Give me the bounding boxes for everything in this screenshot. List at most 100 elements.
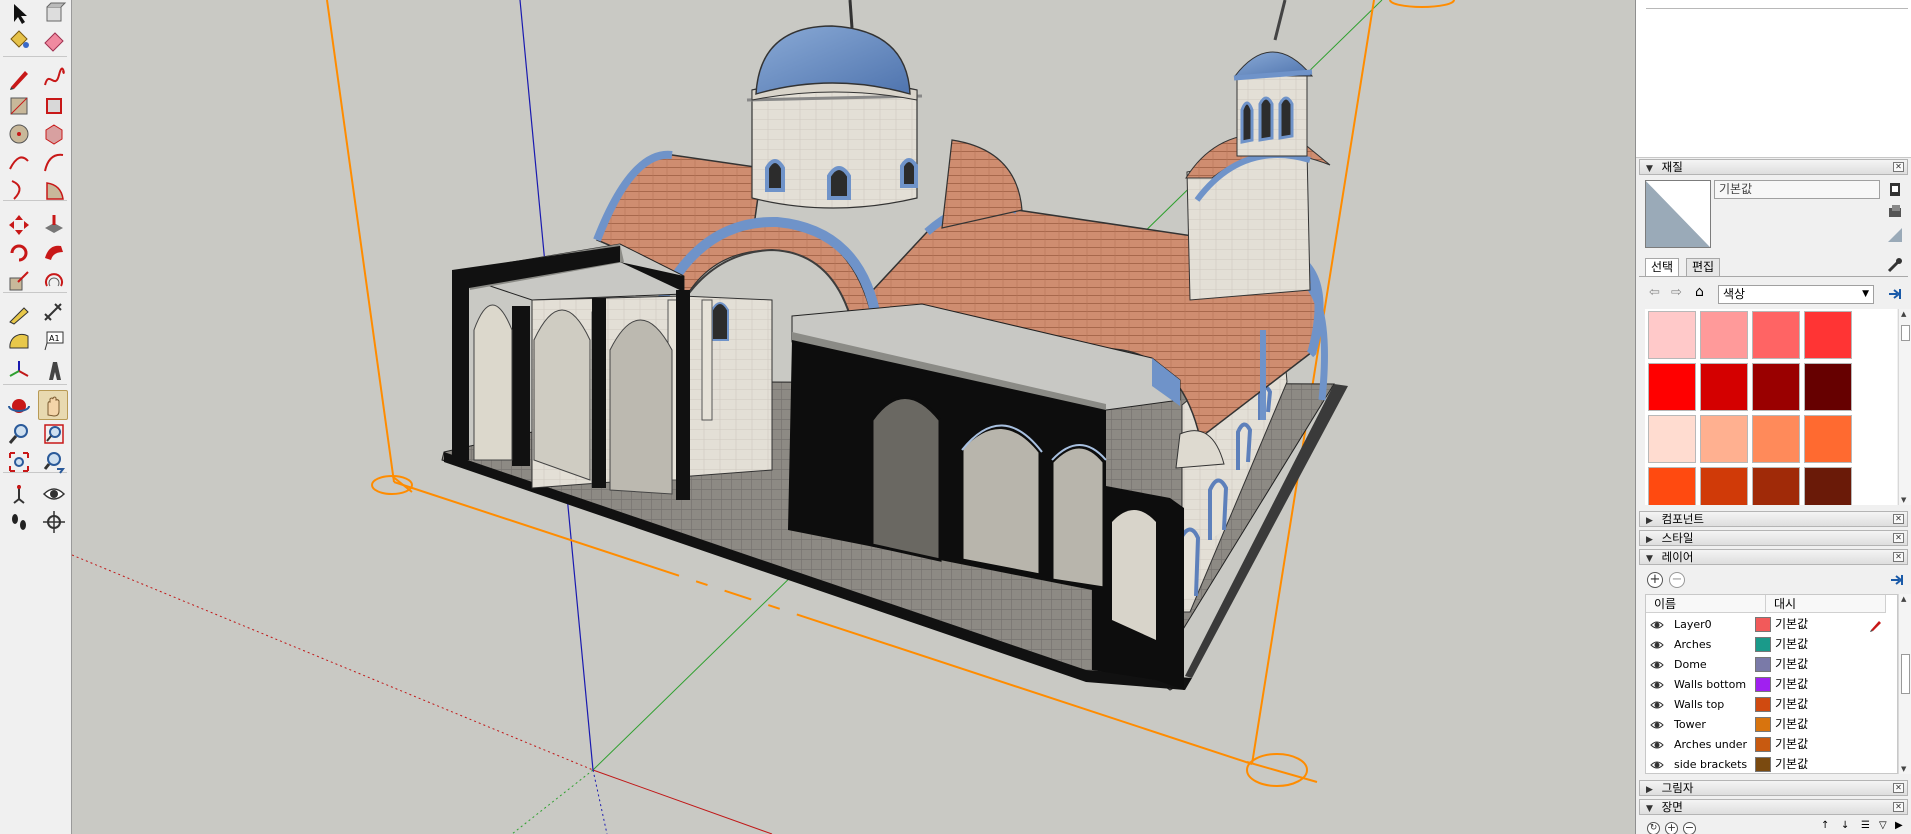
layer-color-swatch[interactable]	[1755, 677, 1771, 692]
tool-follow-me-button[interactable]	[38, 237, 68, 267]
tool-zoom-extents-button[interactable]	[3, 446, 33, 476]
material-swatch[interactable]	[1648, 415, 1696, 463]
layer-color-swatch[interactable]	[1755, 717, 1771, 732]
add-scene-icon[interactable]: +	[1665, 822, 1678, 834]
model-viewport[interactable]	[72, 0, 1636, 834]
layer-color-swatch[interactable]	[1755, 697, 1771, 712]
layer-dash-value[interactable]: 기본값	[1775, 697, 1808, 712]
tool-axes-button[interactable]	[3, 355, 33, 385]
tool-zoom-window-button[interactable]	[38, 418, 68, 448]
update-scene-icon[interactable]: ↻	[1647, 822, 1660, 834]
tool-3d-text-button[interactable]	[38, 355, 68, 385]
tool-zoom-button[interactable]	[3, 418, 33, 448]
tab-select[interactable]: 선택	[1645, 258, 1680, 277]
layer-dash-value[interactable]: 기본값	[1775, 657, 1808, 672]
layer-row[interactable]: Arches under 기본값	[1646, 735, 1897, 755]
details-arrow-icon[interactable]	[1886, 285, 1904, 303]
layer-dash-value[interactable]: 기본값	[1775, 717, 1808, 732]
tool-look-around-button[interactable]	[38, 478, 68, 508]
default-material-icon[interactable]	[1886, 226, 1904, 244]
tool-freehand-button[interactable]	[38, 62, 68, 92]
layer-row[interactable]: Walls bottom 기본값	[1646, 675, 1897, 695]
layer-row[interactable]: Arches 기본값	[1646, 635, 1897, 655]
hide-thumbnails-icon[interactable]: ▽	[1879, 820, 1887, 831]
swatch-scrollbar[interactable]: ▲ ▼	[1898, 309, 1911, 505]
tool-arc-button[interactable]	[3, 146, 33, 176]
layers-scrollbar[interactable]: ▲ ▼	[1898, 594, 1911, 774]
delete-layer-icon[interactable]: −	[1669, 572, 1685, 588]
tool-scale-button[interactable]	[3, 265, 33, 295]
close-icon[interactable]: ✕	[1893, 802, 1904, 812]
view-options-icon[interactable]: ☰	[1861, 820, 1870, 831]
tool-make-component-button[interactable]	[38, 0, 68, 27]
create-material-icon[interactable]	[1886, 180, 1904, 198]
layer-row[interactable]: side brackets 기본값	[1646, 755, 1897, 773]
material-swatch[interactable]	[1804, 467, 1852, 505]
move-scene-down-icon[interactable]: ↓	[1841, 820, 1849, 831]
material-swatch[interactable]	[1752, 363, 1800, 411]
tool-circle-button[interactable]	[3, 118, 33, 148]
tool-eraser-button[interactable]	[38, 24, 68, 54]
visibility-eye-icon[interactable]	[1650, 739, 1664, 751]
layer-dash-value[interactable]: 기본값	[1775, 617, 1808, 632]
material-swatch[interactable]	[1700, 363, 1748, 411]
paint-default-icon[interactable]	[1886, 203, 1904, 221]
forward-arrow-icon[interactable]: ⇨	[1671, 285, 1682, 300]
visibility-eye-icon[interactable]	[1650, 699, 1664, 711]
tool-push-pull-button[interactable]	[38, 209, 68, 239]
eyedropper-icon[interactable]	[1886, 256, 1904, 274]
layer-row[interactable]: Dome 기본값	[1646, 655, 1897, 675]
material-swatch[interactable]	[1804, 311, 1852, 359]
layer-row[interactable]: Walls top 기본값	[1646, 695, 1897, 715]
shadows-panel-header[interactable]: ▶ 그림자 ✕	[1639, 780, 1908, 796]
visibility-eye-icon[interactable]	[1650, 639, 1664, 651]
layer-color-swatch[interactable]	[1755, 737, 1771, 752]
tool-dimension-button[interactable]	[38, 297, 68, 327]
visibility-eye-icon[interactable]	[1650, 679, 1664, 691]
layer-dash-value[interactable]: 기본값	[1775, 757, 1808, 772]
tool-walk-button[interactable]	[3, 506, 33, 536]
tool-rotate-button[interactable]	[3, 237, 33, 267]
material-swatch[interactable]	[1700, 415, 1748, 463]
layer-dash-value[interactable]: 기본값	[1775, 737, 1808, 752]
tool-tape-measure-button[interactable]	[3, 297, 33, 327]
styles-panel-header[interactable]: ▶ 스타일 ✕	[1639, 530, 1908, 546]
add-layer-icon[interactable]: +	[1647, 572, 1663, 588]
tool-3-point-arc-button[interactable]	[3, 174, 33, 204]
scenes-panel-header[interactable]: ▼ 장면 ✕	[1639, 799, 1908, 815]
tool-move-button[interactable]	[3, 209, 33, 239]
tool-polygon-button[interactable]	[38, 118, 68, 148]
tool-orbit-button[interactable]	[3, 390, 33, 420]
details-arrow-icon[interactable]	[1889, 572, 1905, 591]
tool-pan-button[interactable]	[38, 390, 68, 420]
close-icon[interactable]: ✕	[1893, 533, 1904, 543]
material-swatch[interactable]	[1700, 467, 1748, 505]
tool-2-point-arc-button[interactable]	[38, 146, 68, 176]
material-swatch[interactable]	[1648, 311, 1696, 359]
components-panel-header[interactable]: ▶ 컴포넌트 ✕	[1639, 511, 1908, 527]
visibility-eye-icon[interactable]	[1650, 719, 1664, 731]
church-model-scene[interactable]	[72, 0, 1636, 834]
material-swatch[interactable]	[1752, 311, 1800, 359]
material-preview-swatch[interactable]	[1645, 180, 1711, 248]
move-scene-up-icon[interactable]: ↑	[1821, 820, 1829, 831]
details-arrow-icon[interactable]: ▶	[1895, 820, 1903, 831]
material-swatch[interactable]	[1700, 311, 1748, 359]
material-name-field[interactable]: 기본값	[1714, 180, 1880, 199]
layers-column-name[interactable]: 이름	[1646, 595, 1766, 613]
tool-protractor-button[interactable]	[3, 325, 33, 355]
layer-color-swatch[interactable]	[1755, 757, 1771, 772]
visibility-eye-icon[interactable]	[1650, 759, 1664, 771]
materials-panel-header[interactable]: ▼ 재질 ✕	[1639, 159, 1908, 175]
layer-row[interactable]: Layer0 기본값	[1646, 615, 1897, 635]
tool-select-button[interactable]	[3, 0, 33, 27]
layer-dash-value[interactable]: 기본값	[1775, 637, 1808, 652]
tool-text-button[interactable]: A1	[38, 325, 68, 355]
layers-panel-header[interactable]: ▼ 레이어 ✕	[1639, 549, 1908, 565]
layer-color-swatch[interactable]	[1755, 657, 1771, 672]
tool-position-camera-button[interactable]	[3, 478, 33, 508]
close-icon[interactable]: ✕	[1893, 514, 1904, 524]
layer-row[interactable]: Tower 기본값	[1646, 715, 1897, 735]
close-icon[interactable]: ✕	[1893, 783, 1904, 793]
tab-edit[interactable]: 편집	[1686, 258, 1721, 277]
